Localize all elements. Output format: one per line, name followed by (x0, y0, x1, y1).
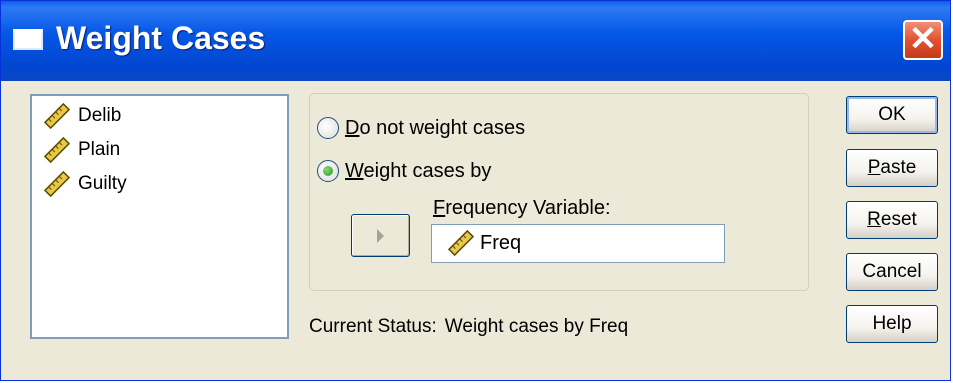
frequency-variable-label: Frequency Variable: (433, 197, 611, 219)
radio-label: Weight cases by (345, 160, 492, 182)
cancel-button[interactable]: Cancel (846, 253, 938, 291)
radio-button-selected[interactable] (317, 160, 339, 182)
right-arrow-icon (377, 229, 384, 243)
scale-ruler-icon (42, 170, 72, 198)
window-icon[interactable] (13, 29, 43, 50)
radio-label: Do not weight cases (345, 117, 526, 139)
list-item-plain[interactable]: Plain (42, 136, 120, 164)
scale-ruler-icon (42, 136, 72, 164)
list-item-delib[interactable]: Delib (42, 102, 121, 130)
window-title: Weight Cases (56, 20, 266, 56)
close-icon: ✕ (908, 20, 938, 58)
list-item-label: Delib (78, 105, 122, 126)
radio-button[interactable] (317, 117, 339, 139)
status-label: Current Status: (309, 316, 437, 337)
status-value: Weight cases by Freq (444, 316, 629, 337)
move-variable-button[interactable] (351, 214, 410, 257)
ok-button[interactable]: OK (846, 96, 938, 134)
paste-button[interactable]: Paste (846, 149, 938, 187)
frequency-variable-value: Freq (480, 232, 522, 254)
weight-cases-dialog: Weight Cases ✕ Delib Plain Guilty Do not (0, 0, 951, 381)
reset-button[interactable]: Reset (846, 201, 938, 239)
variable-list[interactable]: Delib Plain Guilty (30, 94, 289, 339)
help-button[interactable]: Help (846, 305, 938, 343)
frequency-variable-field[interactable]: Freq (431, 224, 725, 263)
list-item-label: Guilty (78, 173, 127, 194)
list-item-guilty[interactable]: Guilty (42, 170, 127, 198)
list-item-label: Plain (78, 139, 121, 160)
current-status: Current Status: Weight cases by Freq (309, 316, 628, 338)
scale-ruler-icon (446, 229, 476, 257)
title-bar[interactable]: Weight Cases ✕ (1, 1, 950, 81)
scale-ruler-icon (42, 102, 72, 130)
radio-selected-dot (323, 166, 333, 176)
close-button[interactable]: ✕ (903, 20, 943, 60)
